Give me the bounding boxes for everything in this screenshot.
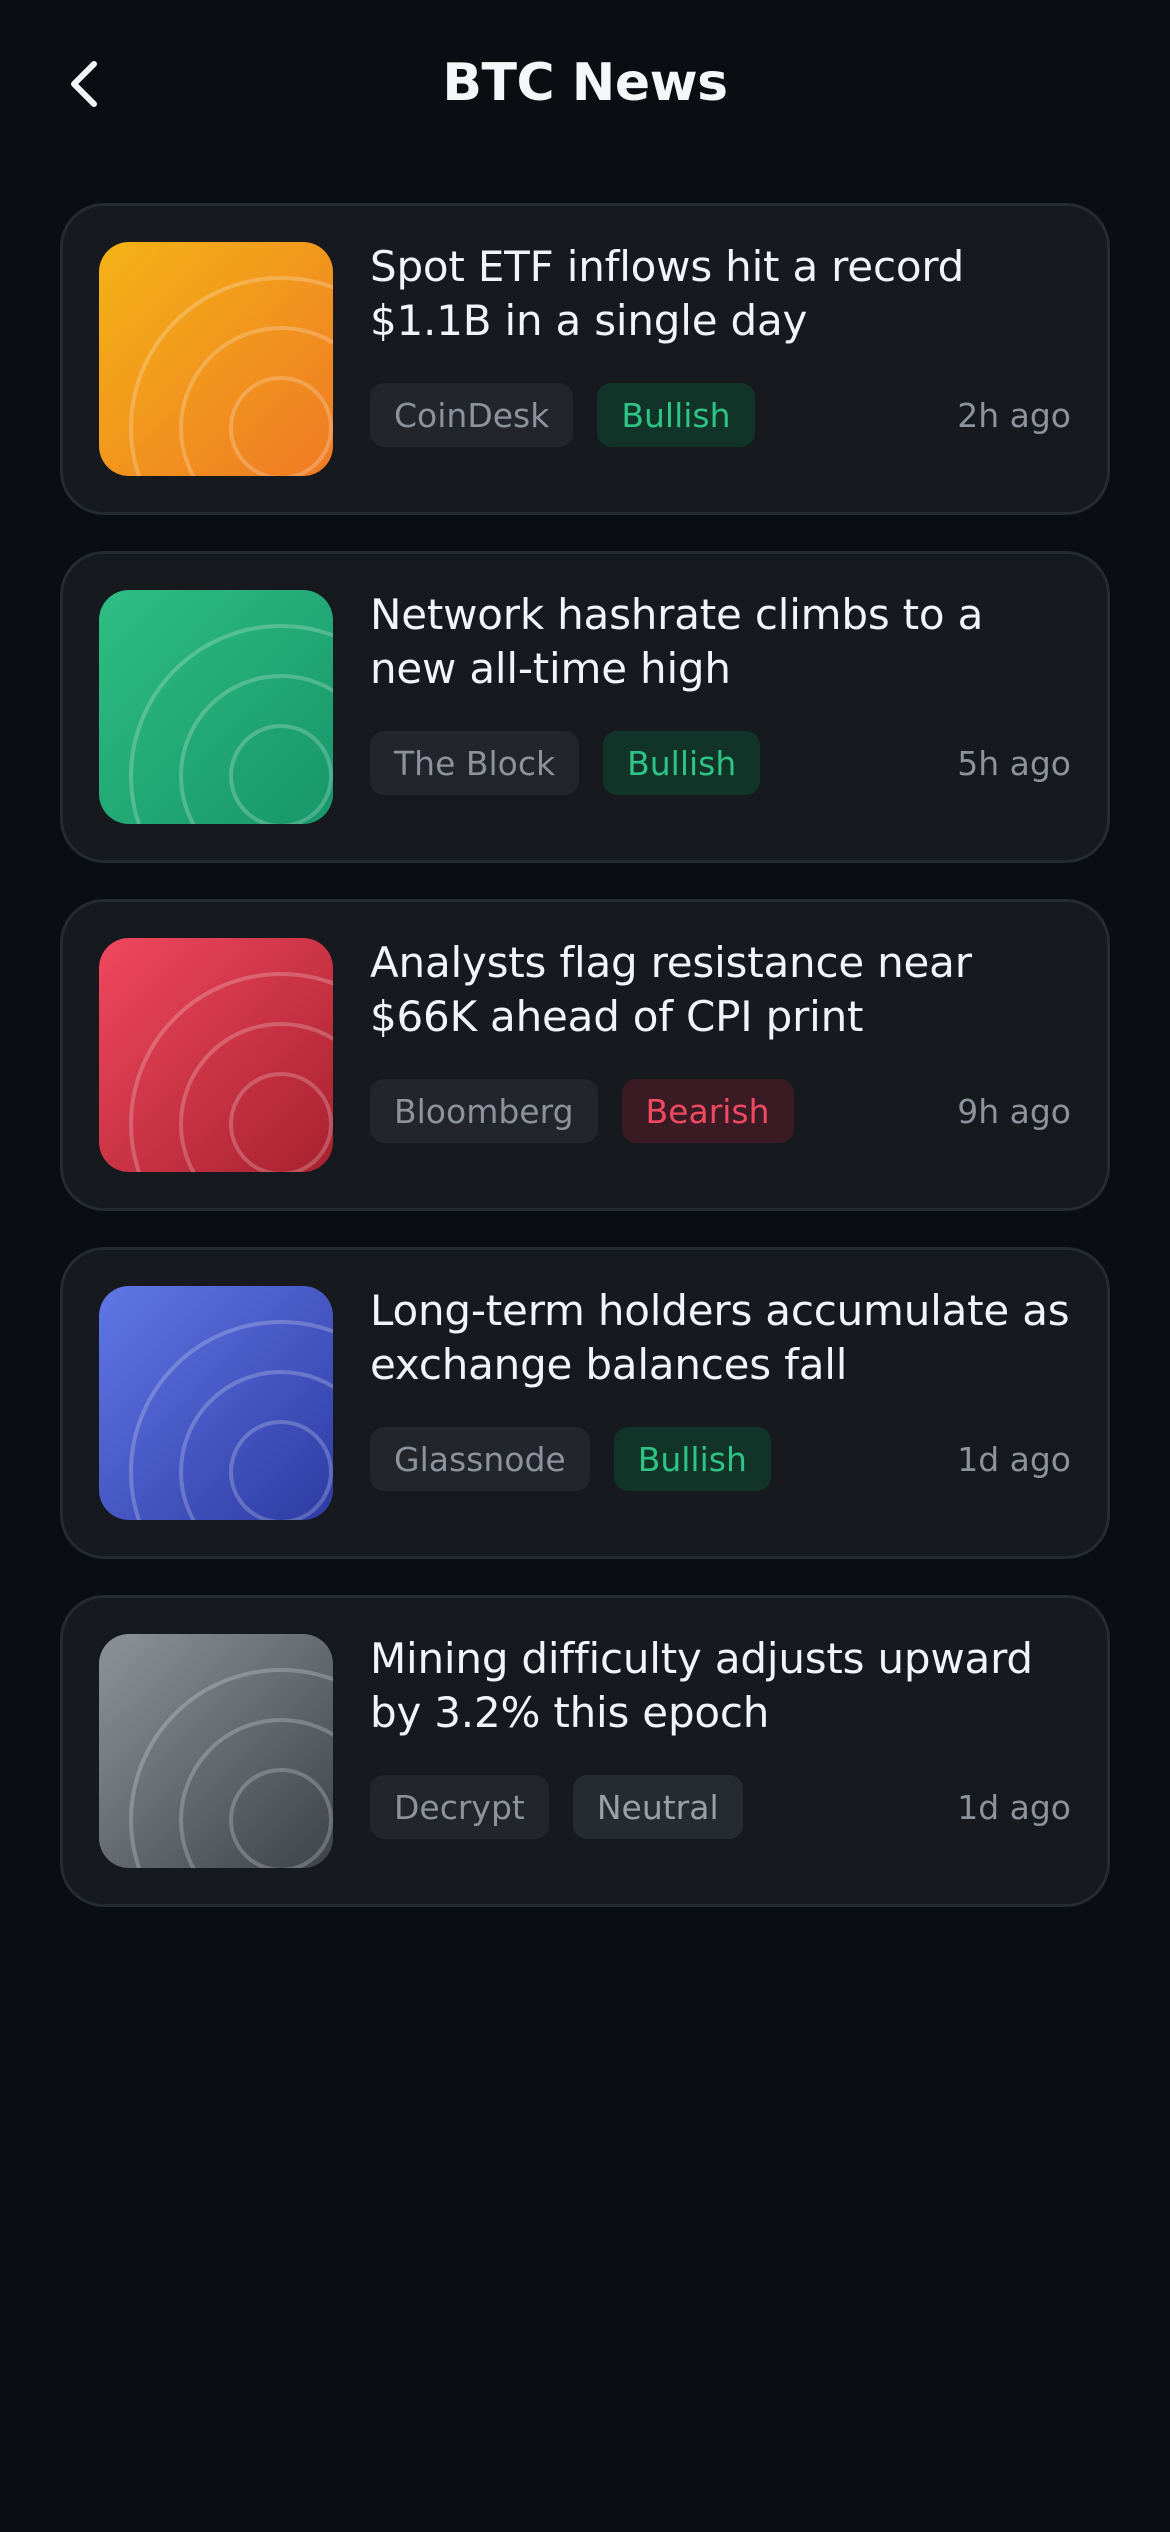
source-badge: CoinDesk: [370, 383, 574, 447]
news-timestamp: 1d ago: [957, 1787, 1071, 1827]
news-title: Analysts flag resistance near $66K ahead…: [370, 938, 972, 1041]
news-title: Mining difficulty adjusts upward by 3.2%…: [370, 1634, 1033, 1737]
news-meta: CoinDesk Bullish 2h ago: [370, 382, 1071, 448]
news-meta: Decrypt Neutral 1d ago: [370, 1774, 1071, 1840]
sentiment-badge: Neutral: [572, 1775, 743, 1839]
news-card[interactable]: Mining difficulty adjusts upward by 3.2%…: [60, 1595, 1110, 1907]
sentiment-badge: Bullish: [603, 731, 761, 795]
news-timestamp: 9h ago: [957, 1091, 1071, 1131]
news-timestamp: 2h ago: [957, 395, 1071, 435]
news-list: Spot ETF inflows hit a record $1.1B in a…: [60, 203, 1110, 1943]
news-thumbnail: [99, 1286, 333, 1520]
source-badge: The Block: [370, 731, 580, 795]
news-card[interactable]: Analysts flag resistance near $66K ahead…: [60, 899, 1110, 1211]
news-meta: The Block Bullish 5h ago: [370, 730, 1071, 796]
source-badge: Bloomberg: [370, 1079, 598, 1143]
page-title: BTC News: [442, 53, 728, 113]
source-badge: Glassnode: [370, 1427, 590, 1491]
news-card[interactable]: Spot ETF inflows hit a record $1.1B in a…: [60, 203, 1110, 515]
news-meta: Glassnode Bullish 1d ago: [370, 1426, 1071, 1492]
news-title: Network hashrate climbs to a new all-tim…: [370, 590, 984, 693]
sentiment-badge: Bullish: [597, 383, 755, 447]
news-card[interactable]: Long-term holders accumulate as exchange…: [60, 1247, 1110, 1559]
header: BTC News: [0, 0, 1170, 170]
news-card[interactable]: Network hashrate climbs to a new all-tim…: [60, 551, 1110, 863]
sentiment-badge: Bullish: [613, 1427, 771, 1491]
news-meta: Bloomberg Bearish 9h ago: [370, 1078, 1071, 1144]
news-thumbnail: [99, 938, 333, 1172]
sentiment-badge: Bearish: [621, 1079, 794, 1143]
news-thumbnail: [99, 1634, 333, 1868]
source-badge: Decrypt: [370, 1775, 549, 1839]
news-timestamp: 1d ago: [957, 1439, 1071, 1479]
news-timestamp: 5h ago: [957, 743, 1071, 783]
news-thumbnail: [99, 590, 333, 824]
news-thumbnail: [99, 242, 333, 476]
news-title: Spot ETF inflows hit a record $1.1B in a…: [370, 242, 965, 345]
news-title: Long-term holders accumulate as exchange…: [370, 1286, 1070, 1389]
